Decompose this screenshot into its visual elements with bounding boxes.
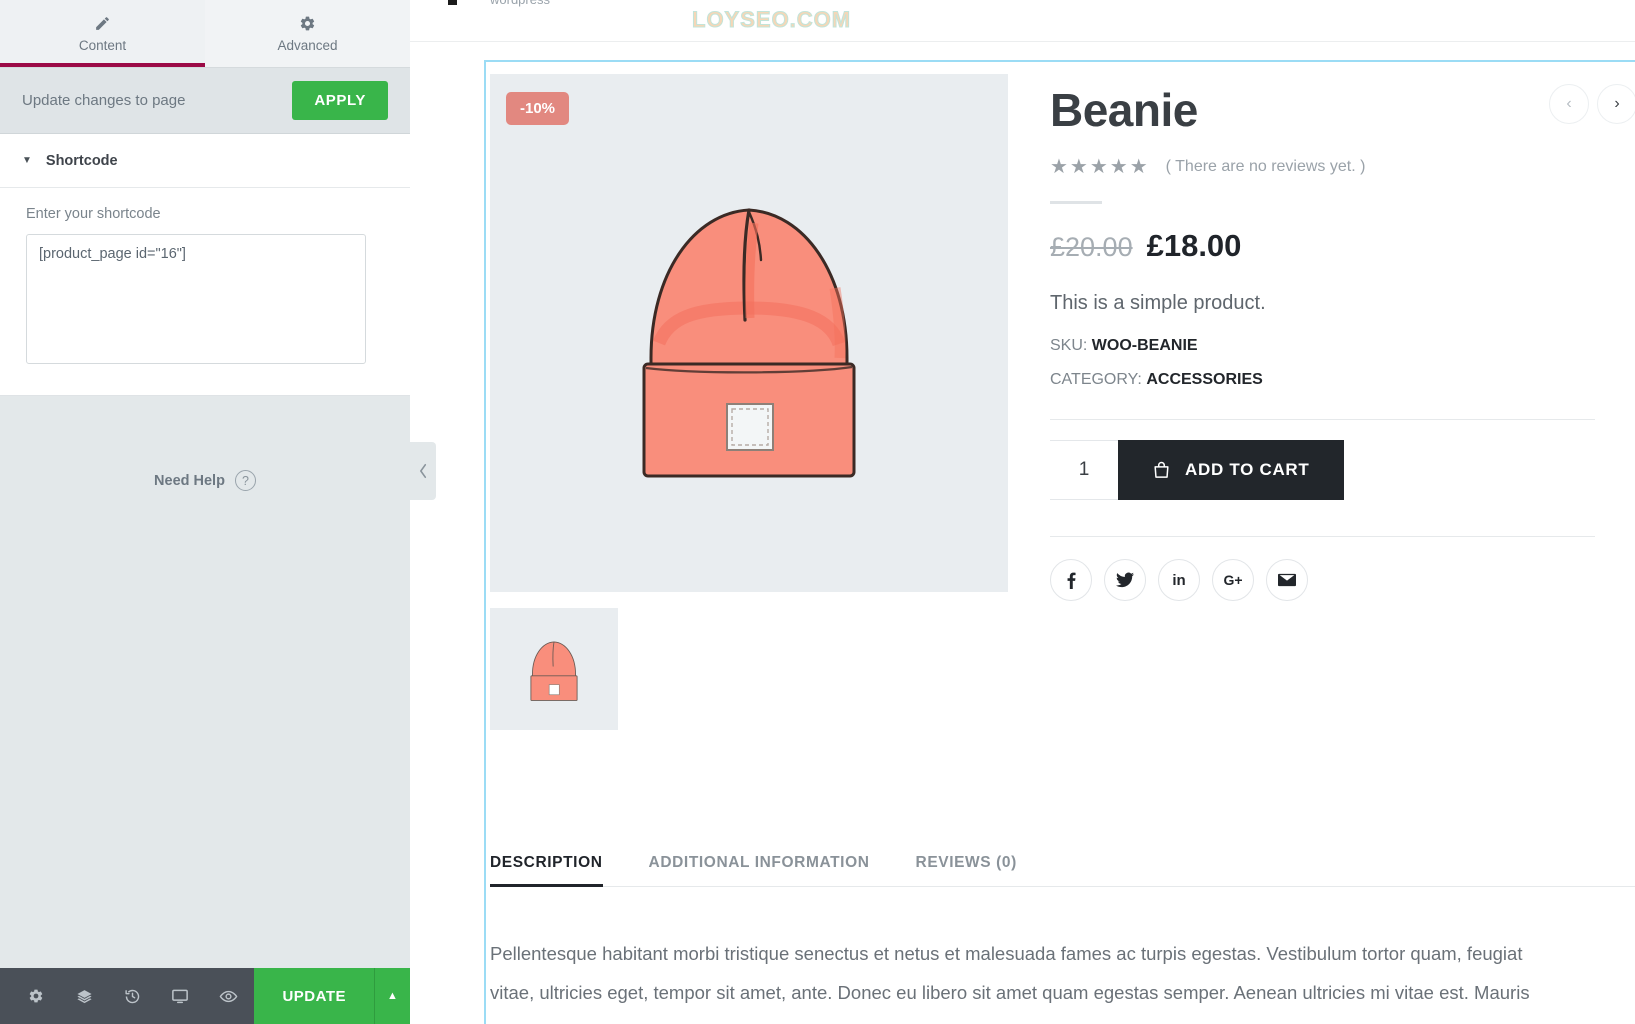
sku-label: SKU: bbox=[1050, 337, 1088, 355]
tab-content[interactable]: Content bbox=[0, 0, 205, 67]
product-nav-arrows: ‹ › bbox=[1549, 84, 1635, 124]
product-gallery: -10% bbox=[490, 74, 1008, 730]
section-title: Shortcode bbox=[45, 152, 118, 169]
product-tabs: DESCRIPTION ADDITIONAL INFORMATION REVIE… bbox=[490, 854, 1635, 887]
add-to-cart-button[interactable]: ADD TO CART bbox=[1118, 440, 1344, 501]
update-options-caret-icon[interactable]: ▲ bbox=[374, 968, 410, 1024]
elementor-editor-screen: Content Advanced Update changes to page … bbox=[0, 0, 1635, 1024]
watermark: LOYSEO.COM bbox=[691, 7, 852, 33]
tab-advanced[interactable]: Advanced bbox=[205, 0, 410, 67]
panel-collapse-handle[interactable] bbox=[410, 442, 436, 500]
star-rating-icon[interactable]: ★★★★★ bbox=[1050, 154, 1150, 179]
facebook-icon[interactable] bbox=[1050, 559, 1092, 602]
beanie-thumbnail-icon bbox=[530, 641, 578, 701]
tab-advanced-label: Advanced bbox=[277, 37, 338, 53]
tab-reviews[interactable]: REVIEWS (0) bbox=[916, 854, 1017, 886]
need-help-label: Need Help bbox=[154, 472, 225, 489]
cart-divider bbox=[1050, 419, 1595, 421]
title-divider bbox=[1050, 201, 1102, 205]
panel-tab-bar: Content Advanced bbox=[0, 0, 410, 68]
apply-bar: Update changes to page APPLY bbox=[0, 68, 410, 134]
apply-button[interactable]: APPLY bbox=[292, 81, 388, 120]
wordpress-label: wordpress bbox=[490, 0, 550, 7]
elementor-panel: Content Advanced Update changes to page … bbox=[0, 0, 436, 1024]
price-row: £20.00 £18.00 bbox=[1050, 228, 1595, 264]
product-main-image[interactable]: -10% bbox=[490, 74, 1008, 592]
product-top-section: -10% ‹ › Beanie ★★★★★ (There are no rev… bbox=[486, 62, 1635, 730]
rating-row: ★★★★★ ( There are no reviews yet. ) bbox=[1050, 154, 1595, 179]
gear-icon bbox=[299, 15, 316, 32]
beanie-illustration bbox=[642, 208, 856, 478]
category-value[interactable]: ACCESSORIES bbox=[1146, 371, 1262, 388]
tab-description[interactable]: DESCRIPTION bbox=[490, 854, 603, 887]
next-product-icon[interactable]: › bbox=[1597, 84, 1635, 124]
tab-additional-information[interactable]: ADDITIONAL INFORMATION bbox=[649, 854, 870, 886]
panel-spacer bbox=[0, 491, 410, 968]
apply-bar-text: Update changes to page bbox=[22, 92, 186, 109]
email-icon[interactable] bbox=[1266, 559, 1308, 602]
review-count-note[interactable]: ( There are no reviews yet. ) bbox=[1166, 158, 1366, 176]
preview-eye-icon[interactable] bbox=[204, 968, 252, 1024]
product-summary: ‹ › Beanie ★★★★★ ( There are no reviews … bbox=[1008, 74, 1635, 730]
prev-product-icon[interactable]: ‹ bbox=[1549, 84, 1589, 124]
shortcode-field-label: Enter your shortcode bbox=[26, 206, 161, 222]
responsive-icon[interactable] bbox=[156, 968, 204, 1024]
wordpress-mark-icon bbox=[448, 0, 457, 5]
chevron-down-icon: ▼ bbox=[22, 155, 32, 166]
tab-content-label: Content bbox=[78, 37, 127, 53]
product-widget-frame[interactable]: -10% ‹ › Beanie ★★★★★ (There are no rev… bbox=[484, 60, 1635, 1024]
price-sale: £18.00 bbox=[1146, 228, 1242, 264]
add-to-cart-label: ADD TO CART bbox=[1185, 460, 1310, 480]
sku-line: SKU: WOO-BEANIE bbox=[1050, 337, 1595, 355]
shortcode-field-block: Enter your shortcode bbox=[0, 188, 410, 396]
update-button[interactable]: UPDATE bbox=[254, 968, 374, 1024]
panel-footer: UPDATE ▲ bbox=[0, 968, 410, 1024]
shopping-bag-icon bbox=[1152, 460, 1171, 480]
need-help-link[interactable]: Need Help ? bbox=[0, 470, 410, 491]
shortcode-input[interactable] bbox=[26, 234, 366, 364]
pencil-icon bbox=[94, 15, 111, 32]
page-title: Beanie bbox=[1050, 84, 1198, 136]
share-divider bbox=[1050, 536, 1595, 538]
section-header-shortcode[interactable]: ▼ Shortcode bbox=[0, 134, 410, 188]
description-text: Pellentesque habitant morbi tristique se… bbox=[490, 943, 1530, 1024]
add-to-cart-row: 1 ADD TO CART bbox=[1050, 440, 1595, 501]
googleplus-icon[interactable]: G+ bbox=[1212, 559, 1254, 602]
category-line: CATEGORY: ACCESSORIES bbox=[1050, 371, 1595, 389]
category-label: CATEGORY: bbox=[1050, 371, 1142, 389]
page-preview: wordpress LOYSEO.COM -10% bbox=[410, 0, 1635, 1024]
twitter-icon[interactable] bbox=[1104, 559, 1146, 602]
history-icon[interactable] bbox=[108, 968, 156, 1024]
site-header-strip: wordpress LOYSEO.COM bbox=[410, 0, 1635, 42]
question-circle-icon: ? bbox=[234, 470, 256, 491]
linkedin-icon[interactable]: in bbox=[1158, 559, 1200, 602]
layers-icon[interactable] bbox=[60, 968, 108, 1024]
price-original: £20.00 bbox=[1050, 232, 1133, 263]
social-share-row: in G+ bbox=[1050, 559, 1595, 602]
product-thumbnails bbox=[490, 608, 1008, 730]
quantity-input[interactable]: 1 bbox=[1050, 440, 1118, 501]
short-description: This is a simple product. bbox=[1050, 292, 1266, 315]
sku-value: WOO-BEANIE bbox=[1091, 337, 1198, 355]
gear-icon[interactable] bbox=[12, 968, 60, 1024]
sale-badge: -10% bbox=[506, 92, 570, 125]
product-thumbnail-1[interactable] bbox=[490, 608, 618, 730]
